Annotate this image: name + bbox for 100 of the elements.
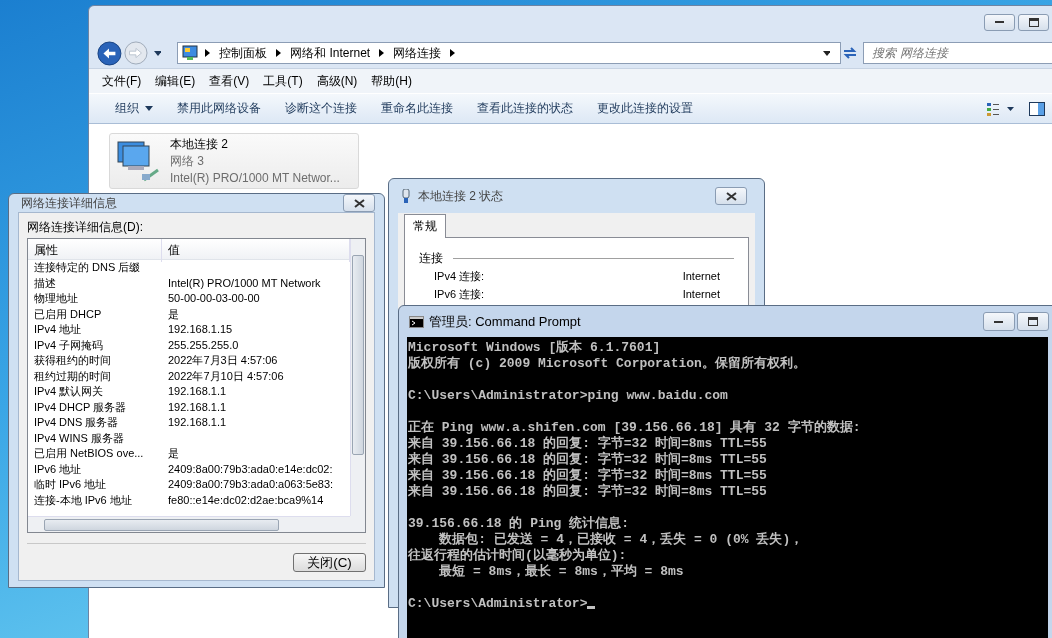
minimize-button[interactable] [984, 13, 1015, 31]
table-cell-text: 50-00-00-03-00-00 [167, 291, 261, 306]
table-cell-text: IPv4 子网掩码 [33, 337, 105, 353]
maximize-icon [1028, 17, 1039, 27]
group-label: 连接 [419, 250, 443, 267]
table-cell-text: 2022年7月10日 4:57:06 [167, 368, 285, 384]
search-field[interactable]: 搜索 网络连接 [863, 42, 1052, 64]
adapter-name: Intel(R) PRO/1000 MT Networ... [170, 170, 340, 187]
connection-icon [402, 189, 410, 203]
console-line: 往返行程的估计时间(以毫秒为单位): [408, 548, 627, 563]
console-icon [409, 315, 424, 328]
console-line: 来自 39.156.66.18 的回复: 字节=32 时间=8ms TTL=55 [408, 452, 767, 467]
table-cell-text: 192.168.1.1 [167, 384, 228, 399]
toolbar-button[interactable]: 禁用此网络设备 [165, 96, 273, 121]
network-connection-item[interactable]: 本地连接 2 网络 3 Intel(R) PRO/1000 MT Networ... [109, 133, 359, 189]
text-cursor [587, 606, 596, 609]
table-cell-text: fe80::e14e:dc02:d2ae:bca9%14 [167, 492, 325, 508]
menu-item[interactable]: 编辑(E) [150, 70, 201, 92]
list-label: 网络连接详细信息(D): [27, 219, 144, 236]
refresh-icon[interactable] [842, 46, 858, 60]
table-cell-text: 连接特定的 DNS 后缀 [33, 260, 142, 275]
window-title: 管理员: Command Prompt [429, 312, 582, 331]
table-cell-text: IPv4 默认网关 [33, 384, 105, 399]
console-line: 版权所有 (c) 2009 Microsoft Corporation。保留所有权利。 [408, 356, 806, 371]
toolbar-button[interactable]: 诊断这个连接 [273, 96, 369, 121]
close-button[interactable]: 关闭(C) [293, 553, 366, 572]
table-cell-text: 物理地址 [33, 291, 79, 306]
menu-item[interactable]: 文件(F) [97, 70, 147, 92]
table-cell-text: 获得租约的时间 [33, 353, 112, 368]
minimize-button[interactable] [983, 312, 1015, 331]
dropdown-icon[interactable] [823, 50, 831, 56]
address-bar[interactable]: 控制面板 网络和 Internet 网络连接 [177, 42, 842, 64]
connection-name: 本地连接 2 [170, 136, 229, 153]
breadcrumb-item[interactable]: 网络和 Internet [284, 44, 377, 62]
toolbar-button[interactable]: 组织 [103, 96, 165, 121]
menu-item[interactable]: 查看(V) [204, 70, 255, 92]
console-line: 39.156.66.18 的 Ping 统计信息: [408, 516, 630, 531]
table-cell-text: 是 [167, 446, 180, 461]
console-line: 最短 = 8ms，最长 = 8ms，平均 = 8ms [438, 564, 684, 579]
caret-icon [145, 106, 153, 111]
console-line: C:\Users\Administrator>ping www.baidu.com [408, 388, 728, 403]
close-button[interactable] [715, 187, 747, 205]
table-cell-text: 已启用 NetBIOS ove... [33, 446, 145, 461]
table-cell-text: IPv4 地址 [33, 322, 83, 337]
field-label: IPv6 连接: [434, 287, 485, 302]
menu-item[interactable]: 高级(N) [311, 70, 363, 92]
console-line: 数据包: 已发送 = 4，已接收 = 4，丢失 = 0 (0% 丢失)， [438, 532, 804, 547]
table-cell-text: IPv4 DNS 服务器 [33, 415, 120, 430]
table-cell-text: 已启用 DHCP [33, 306, 103, 322]
console-line: Microsoft Windows [版本 6.1.7601] [408, 340, 661, 355]
table-cell-text: IPv4 WINS 服务器 [33, 430, 125, 446]
toolbar-button[interactable]: 重命名此连接 [369, 96, 465, 121]
breadcrumb-item[interactable]: 控制面板 [213, 44, 274, 62]
breadcrumb-arrow-icon [450, 49, 456, 57]
table-cell-text: IPv4 DHCP 服务器 [33, 399, 128, 415]
breadcrumb-item[interactable]: 网络连接 [387, 44, 448, 62]
vertical-scrollbar[interactable] [350, 239, 365, 516]
console-line: C:\Users\Administrator> [408, 596, 588, 611]
table-cell-text: 255.255.255.0 [167, 337, 240, 353]
window-title: 本地连接 2 状态 [418, 187, 505, 205]
maximize-button[interactable] [1017, 312, 1049, 331]
preview-pane-icon[interactable] [1029, 101, 1045, 116]
column-header[interactable]: 属性 [28, 239, 162, 262]
menu-item[interactable]: 帮助(H) [366, 70, 417, 92]
table-cell-text: 临时 IPv6 地址 [33, 477, 108, 492]
console-line: 来自 39.156.66.18 的回复: 字节=32 时间=8ms TTL=55 [408, 468, 767, 483]
field-label: IPv4 连接: [434, 269, 485, 284]
toolbar-button[interactable]: 查看此连接的状态 [465, 96, 585, 121]
table-cell-text: 192.168.1.1 [167, 399, 228, 415]
table-cell-text: 描述 [33, 275, 57, 291]
view-options-icon[interactable] [987, 101, 1015, 116]
toolbar-button[interactable]: 更改此连接的设置 [585, 96, 705, 121]
horizontal-scrollbar[interactable] [28, 516, 350, 532]
close-icon [353, 198, 365, 208]
breadcrumb-arrow-icon [205, 49, 211, 57]
table-cell-text: 2022年7月3日 4:57:06 [167, 353, 279, 368]
maximize-button[interactable] [1018, 13, 1049, 31]
close-button[interactable] [343, 194, 375, 212]
console-line: 正在 Ping www.a.shifen.com [39.156.66.18] 具有 32 字节的数据: [408, 420, 861, 435]
table-cell-text: 是 [167, 306, 180, 322]
table-cell-text: 2409:8a00:79b3:ada0:a063:5e83: [167, 477, 335, 492]
table-cell-text: 租约过期的时间 [33, 368, 112, 384]
table-cell-text: 连接-本地 IPv6 地址 [33, 492, 133, 508]
menu-item[interactable]: 工具(T) [258, 70, 308, 92]
breadcrumb-arrow-icon [276, 49, 282, 57]
minimize-icon [994, 20, 1005, 24]
close-icon [725, 191, 737, 201]
table-cell-text: 2409:8a00:79b3:ada0:e14e:dc02: [167, 461, 334, 477]
table-cell-text: 192.168.1.1 [167, 415, 228, 430]
control-panel-icon [182, 45, 199, 61]
table-cell-text: IPv6 地址 [33, 461, 83, 477]
field-value: Internet [682, 269, 720, 284]
back-button[interactable] [97, 39, 122, 67]
tab[interactable]: 常规 [404, 214, 446, 238]
breadcrumb-arrow-icon [379, 49, 385, 57]
table-cell-text: 192.168.1.15 [167, 322, 234, 337]
field-value: Internet [682, 287, 720, 302]
console-line: 来自 39.156.66.18 的回复: 字节=32 时间=8ms TTL=55 [408, 484, 767, 499]
dropdown-icon[interactable] [153, 50, 162, 56]
maximize-icon [1028, 317, 1038, 326]
